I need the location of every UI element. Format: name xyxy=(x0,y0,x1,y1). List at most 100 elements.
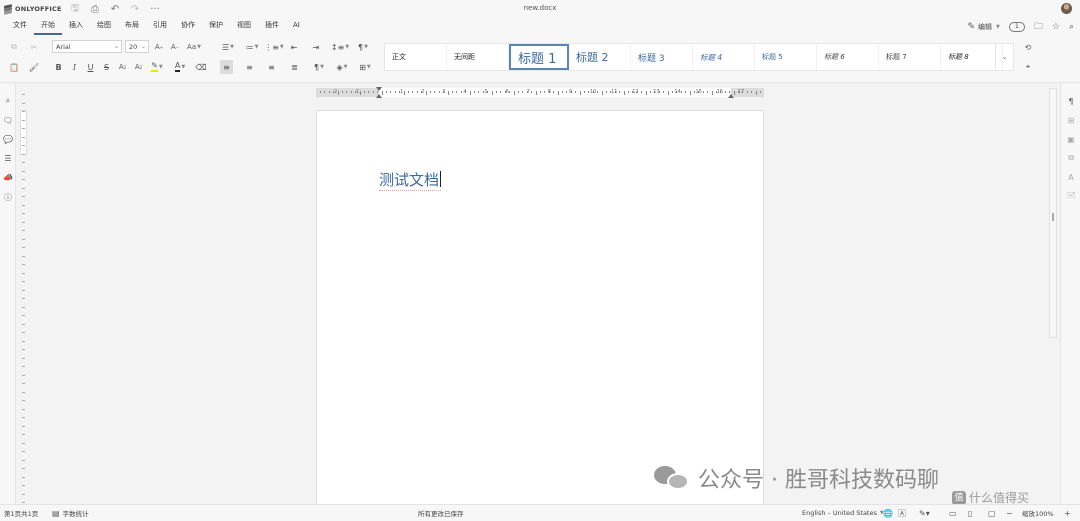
table-settings-icon[interactable]: ⊞ xyxy=(1066,115,1076,125)
document-page[interactable]: 测试文档 xyxy=(316,110,764,504)
increase-font-icon[interactable]: A + xyxy=(153,40,165,54)
select-all-icon[interactable]: ⌖ xyxy=(1022,60,1034,74)
style-item-8[interactable]: 标题 7 xyxy=(879,44,941,70)
style-item-9[interactable]: 标题 8 xyxy=(941,44,1003,70)
image-settings-icon[interactable]: ▣ xyxy=(1066,134,1076,144)
clear-formatting-icon[interactable]: ⌫ xyxy=(195,60,207,74)
language-select[interactable]: English – United States ▼ xyxy=(802,505,884,521)
announcement-icon[interactable]: 📣 xyxy=(3,172,13,182)
style-item-0[interactable]: 正文 xyxy=(385,44,447,70)
document-paragraph[interactable]: 测试文档 xyxy=(379,169,442,191)
underline-icon[interactable]: U xyxy=(85,60,96,74)
format-painter-icon[interactable]: 🖌 xyxy=(28,60,40,74)
menu-tab-10[interactable]: AI xyxy=(286,18,307,35)
menu-tab-1[interactable]: 开始 xyxy=(34,18,62,35)
menu-tab-8[interactable]: 视图 xyxy=(230,18,258,35)
borders-icon[interactable]: ⊞ ▼ xyxy=(356,60,374,74)
word-count-button[interactable]: ▤ 字数统计 xyxy=(52,505,89,521)
track-changes-icon[interactable]: ✎▾ xyxy=(919,505,930,521)
strikethrough-icon[interactable]: S xyxy=(101,60,112,74)
subscript-icon[interactable]: A2 xyxy=(133,60,144,74)
ruler-tick xyxy=(22,323,25,325)
text-art-icon[interactable]: A xyxy=(1066,172,1076,182)
style-item-2[interactable]: 标题 1 xyxy=(509,44,569,70)
style-item-4[interactable]: 标题 3 xyxy=(631,44,693,70)
spellcheck-icon[interactable]: 🄰 xyxy=(898,505,906,521)
superscript-icon[interactable]: A2 xyxy=(117,60,128,74)
edit-mode-button[interactable]: ✎ 编辑 ▼ xyxy=(967,22,999,32)
style-item-6[interactable]: 标题 5 xyxy=(755,44,817,70)
ruler-number: 14 xyxy=(674,89,681,95)
menu-tab-2[interactable]: 插入 xyxy=(62,18,90,35)
zoom-in-icon[interactable]: + xyxy=(1064,505,1071,521)
align-right-icon[interactable]: ≡ xyxy=(265,60,278,74)
copy-style-icon[interactable]: ⟲ xyxy=(1022,40,1034,54)
search-icon[interactable]: ⌕ xyxy=(1069,22,1074,32)
menu-tab-0[interactable]: 文件 xyxy=(6,18,34,35)
font-color-icon[interactable]: A ▼ xyxy=(171,60,189,74)
cut-icon[interactable]: ✂ xyxy=(28,40,40,54)
ruler-tick xyxy=(566,91,568,93)
ruler-number: 7 xyxy=(526,89,530,95)
fit-page-icon[interactable]: ▭ xyxy=(949,505,957,521)
decrease-indent-icon[interactable]: ⇤ xyxy=(288,40,300,54)
globe-icon[interactable]: 🌐 xyxy=(883,505,893,521)
font-size-select[interactable]: 20 ⌄ xyxy=(125,40,149,53)
paste-icon[interactable]: 📋 xyxy=(8,60,20,74)
highlight-color-icon[interactable]: ✎ ▼ xyxy=(148,60,166,74)
text-direction-icon[interactable]: ¶ ▼ xyxy=(310,60,328,74)
style-item-7[interactable]: 标题 6 xyxy=(817,44,879,70)
change-case-icon[interactable]: Aa ▼ xyxy=(186,40,202,54)
bold-icon[interactable]: B xyxy=(53,60,64,74)
menu-tab-7[interactable]: 保护 xyxy=(202,18,230,35)
menu-tabs: 文件 开始 插入 绘图 布局 引用 协作 保护 视图 插件 AI xyxy=(6,18,307,35)
star-icon[interactable]: ☆ xyxy=(1052,22,1060,32)
multilevel-list-icon[interactable]: ⋮≡ ▼ xyxy=(264,40,284,54)
zoom-level[interactable]: 缩放100% xyxy=(1022,505,1054,521)
ruler-tick xyxy=(22,366,25,367)
menu-tab-5[interactable]: 引用 xyxy=(146,18,174,35)
menu-tab-6[interactable]: 协作 xyxy=(174,18,202,35)
view-mode-icon[interactable]: ▢ xyxy=(988,505,996,521)
menu-tab-4[interactable]: 布局 xyxy=(118,18,146,35)
comment-icon[interactable]: 🗨 xyxy=(3,115,13,125)
info-icon[interactable]: ⓘ xyxy=(3,192,13,202)
search-icon[interactable]: ⌕ xyxy=(3,96,13,106)
chat-icon[interactable]: 💬 xyxy=(3,134,13,144)
ruler-tick xyxy=(667,91,669,95)
style-item-5[interactable]: 标题 4 xyxy=(693,44,755,70)
style-item-3[interactable]: 标题 2 xyxy=(569,44,631,70)
italic-icon[interactable]: I xyxy=(69,60,80,74)
navigation-icon[interactable]: ☰ xyxy=(3,153,13,163)
co-editors-badge[interactable]: 1 xyxy=(1008,21,1025,32)
line-spacing-icon[interactable]: ↕≡ ▼ xyxy=(331,40,349,54)
paragraph-mark-icon[interactable]: ¶ ▼ xyxy=(354,40,372,54)
styles-expand-button[interactable]: ⌄ xyxy=(995,44,1013,70)
numbered-list-icon[interactable]: ≔ ▼ xyxy=(244,40,260,54)
align-center-icon[interactable]: ≡ xyxy=(243,60,256,74)
ruler-tick xyxy=(22,289,25,291)
page-info[interactable]: 第1页共1页 xyxy=(4,505,38,521)
align-left-icon[interactable]: ≡ xyxy=(220,60,233,74)
menu-right-actions: ✎ 编辑 ▼ 1 🗀 ☆ ⌕ xyxy=(967,18,1074,35)
shape-settings-icon[interactable]: ⧉ xyxy=(1066,153,1076,163)
copy-icon[interactable]: ⧉ xyxy=(8,40,20,54)
menu-tab-3[interactable]: 绘图 xyxy=(90,18,118,35)
bullet-list-icon[interactable]: ☰ ▼ xyxy=(220,40,236,54)
signature-icon[interactable]: 🖃 xyxy=(1066,190,1076,201)
style-item-1[interactable]: 无间距 xyxy=(447,44,509,70)
font-name-select[interactable]: Arial ⌄ xyxy=(52,40,122,53)
ruler-tick xyxy=(372,91,374,93)
increase-indent-icon[interactable]: ⇥ xyxy=(310,40,322,54)
scrollbar-thumb[interactable] xyxy=(1052,213,1054,221)
shading-icon[interactable]: ◈ ▼ xyxy=(333,60,351,74)
justify-icon[interactable]: ≣ xyxy=(288,60,301,74)
menu-tab-9[interactable]: 插件 xyxy=(258,18,286,35)
folder-icon[interactable]: 🗀 xyxy=(1034,19,1043,35)
decrease-font-icon[interactable]: A − xyxy=(169,40,181,54)
fit-width-icon[interactable]: ▯ xyxy=(968,505,972,521)
user-avatar[interactable] xyxy=(1061,3,1072,14)
vertical-scrollbar[interactable] xyxy=(1049,88,1057,338)
zoom-out-icon[interactable]: − xyxy=(1006,505,1013,521)
paragraph-settings-icon[interactable]: ¶ xyxy=(1066,96,1076,106)
